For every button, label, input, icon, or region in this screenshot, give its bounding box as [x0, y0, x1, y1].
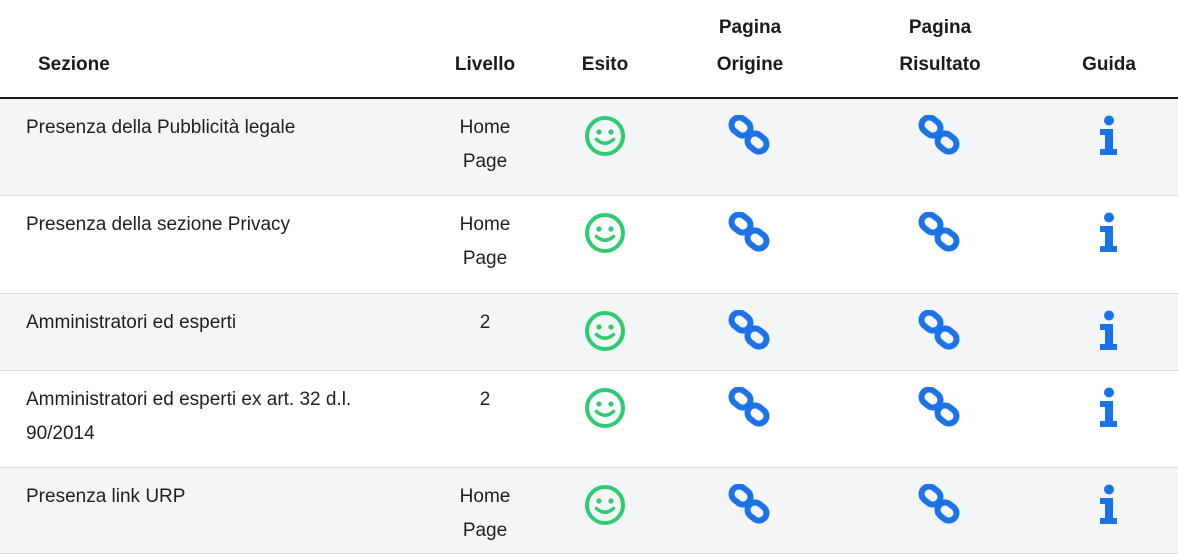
cell-livello: 2 [420, 370, 550, 468]
cell-sezione: Presenza link URP [0, 467, 420, 554]
smile-icon [584, 387, 626, 429]
livello-line1: 2 [479, 311, 491, 333]
info-icon[interactable] [1097, 212, 1121, 254]
cell-guida [1040, 195, 1178, 294]
cell-origine [660, 195, 840, 294]
header-pagina-risultato: Pagina Risultato [840, 0, 1040, 99]
results-table: Sezione Livello Esito Pagina Origine Pagi… [0, 0, 1178, 554]
link-icon[interactable] [727, 386, 773, 429]
table-header-row: Sezione Livello Esito Pagina Origine Pagi… [0, 0, 1178, 99]
table-row: Presenza link URP Home Page [0, 467, 1178, 554]
header-livello: Livello [420, 0, 550, 99]
info-icon[interactable] [1097, 310, 1121, 352]
cell-esito [550, 370, 660, 468]
cell-guida [1040, 467, 1178, 554]
cell-livello: Home Page [420, 467, 550, 554]
link-icon[interactable] [727, 211, 773, 254]
smile-icon [584, 484, 626, 526]
cell-livello: Home Page [420, 98, 550, 196]
cell-esito [550, 293, 660, 371]
info-icon[interactable] [1097, 387, 1121, 429]
table-row: Amministratori ed esperti 2 [0, 293, 1178, 371]
cell-risultato [840, 467, 1040, 554]
info-icon[interactable] [1097, 484, 1121, 526]
link-icon[interactable] [917, 115, 963, 157]
cell-sezione: Presenza della sezione Privacy [0, 195, 420, 294]
cell-esito [550, 98, 660, 196]
cell-sezione: Presenza della Pubblicità legale [0, 98, 420, 196]
cell-esito [550, 467, 660, 554]
cell-sezione: Amministratori ed esperti ex art. 32 d.l… [0, 370, 420, 468]
cell-sezione: Amministratori ed esperti [0, 293, 420, 371]
header-sezione: Sezione [0, 0, 420, 99]
link-icon[interactable] [727, 309, 773, 352]
header-pagina-origine-line1: Pagina [718, 17, 782, 38]
cell-livello: Home Page [420, 195, 550, 294]
cell-guida [1040, 370, 1178, 468]
link-icon[interactable] [917, 211, 963, 254]
cell-risultato [840, 195, 1040, 294]
link-icon[interactable] [727, 115, 773, 157]
cell-risultato [840, 293, 1040, 371]
link-icon[interactable] [917, 309, 963, 352]
smile-icon [584, 310, 626, 352]
cell-risultato [840, 98, 1040, 196]
livello-line1: Home [459, 213, 511, 235]
header-pagina-origine: Pagina Origine [660, 0, 840, 99]
link-icon[interactable] [727, 483, 773, 526]
link-icon[interactable] [917, 386, 963, 429]
header-pagina-risultato-line1: Pagina [908, 17, 972, 38]
smile-icon [584, 212, 626, 254]
cell-livello: 2 [420, 293, 550, 371]
livello-line2: Page [462, 247, 508, 269]
livello-line2: Page [462, 519, 508, 541]
header-esito: Esito [550, 0, 660, 99]
table-row: Presenza della sezione Privacy Home Page [0, 195, 1178, 294]
livello-line1: Home [459, 485, 511, 507]
header-guida: Guida [1040, 0, 1178, 99]
cell-origine [660, 370, 840, 468]
cell-origine [660, 293, 840, 371]
cell-origine [660, 467, 840, 554]
table-row: Presenza della Pubblicità legale Home Pag… [0, 98, 1178, 196]
link-icon[interactable] [917, 483, 963, 526]
cell-guida [1040, 98, 1178, 196]
livello-line1: Home [459, 117, 511, 138]
cell-esito [550, 195, 660, 294]
cell-risultato [840, 370, 1040, 468]
livello-line2: Page [462, 151, 508, 172]
table-row: Amministratori ed esperti ex art. 32 d.l… [0, 370, 1178, 468]
cell-origine [660, 98, 840, 196]
info-icon[interactable] [1097, 115, 1121, 157]
smile-icon [584, 115, 626, 157]
header-pagina-risultato-line2: Risultato [899, 54, 981, 75]
livello-line1: 2 [479, 388, 491, 410]
header-pagina-origine-line2: Origine [716, 54, 784, 75]
cell-guida [1040, 293, 1178, 371]
